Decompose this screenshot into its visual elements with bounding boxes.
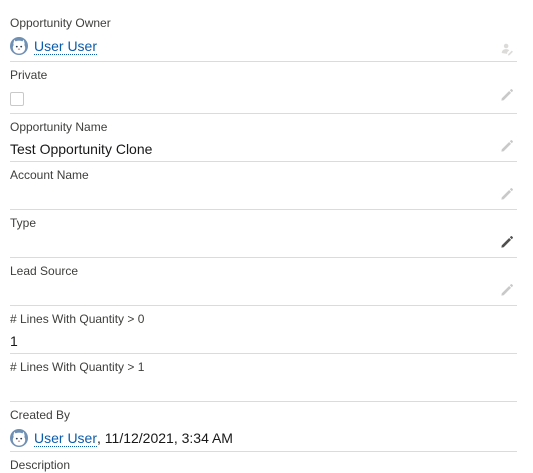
field-label: # Lines With Quantity > 0 [10, 312, 145, 326]
field-opportunity-name: Opportunity Name Test Opportunity Clone [10, 119, 517, 162]
user-avatar-icon [10, 429, 28, 447]
private-checkbox[interactable] [10, 92, 24, 106]
change-owner-icon[interactable] [499, 41, 515, 57]
field-label: Private [10, 68, 48, 82]
field-label: Opportunity Name [10, 120, 108, 134]
field-created-by: Created By User User , 11/12/2021, 3:34 … [10, 407, 517, 452]
edit-lead-source-button[interactable] [499, 282, 515, 298]
field-label: Lead Source [10, 264, 79, 278]
field-label: Account Name [10, 168, 89, 182]
created-timestamp: , 11/12/2021, 3:34 AM [97, 430, 233, 446]
field-lead-source: Lead Source [10, 263, 517, 306]
field-value: Test Opportunity Clone [10, 141, 153, 157]
pencil-icon [500, 139, 514, 153]
field-type: Type [10, 215, 517, 258]
edit-type-button[interactable] [499, 234, 515, 250]
field-label: Type [10, 216, 37, 230]
field-label: # Lines With Quantity > 1 [10, 360, 145, 374]
created-by-user-link[interactable]: User User [34, 430, 98, 447]
field-account-name: Account Name [10, 167, 517, 210]
field-private: Private [10, 67, 517, 114]
field-value: User User [10, 37, 98, 55]
pencil-icon [500, 283, 514, 297]
field-lines-qty-gt-0: # Lines With Quantity > 0 1 [10, 311, 517, 354]
edit-private-button[interactable] [499, 87, 515, 103]
field-label: Opportunity Owner [10, 16, 111, 30]
field-label: Created By [10, 408, 71, 422]
field-opportunity-owner: Opportunity Owner User User [10, 15, 517, 62]
pencil-icon [500, 88, 514, 102]
field-description: Description [10, 457, 517, 472]
owner-user-link[interactable]: User User [34, 38, 98, 55]
field-value: 1 [10, 333, 18, 349]
field-value: User User , 11/12/2021, 3:34 AM [10, 428, 233, 448]
pencil-icon [500, 187, 514, 201]
edit-account-name-button[interactable] [499, 186, 515, 202]
pencil-icon [500, 235, 514, 249]
field-lines-qty-gt-1: # Lines With Quantity > 1 [10, 359, 517, 402]
edit-opportunity-name-button[interactable] [499, 138, 515, 154]
user-avatar-icon [10, 37, 28, 55]
